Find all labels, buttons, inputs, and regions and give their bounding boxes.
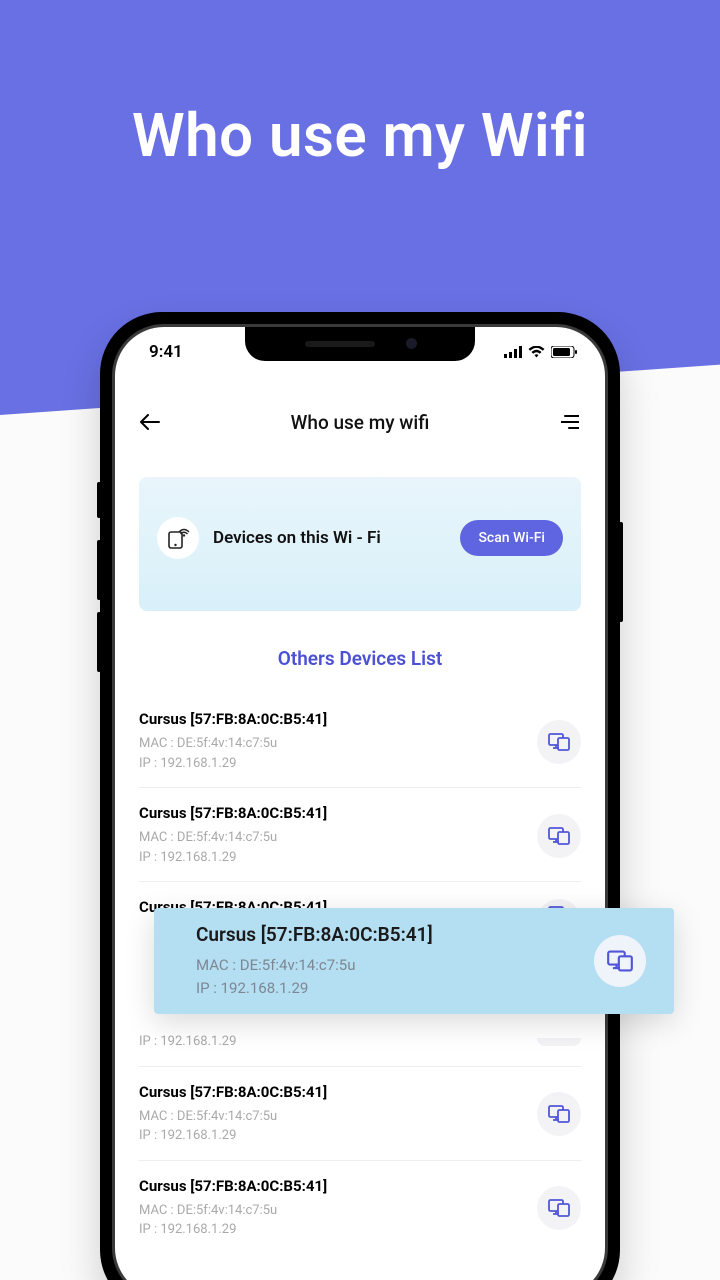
device-info: Cursus [57:FB:8A:0C:B5:41] MAC : DE:5f:4… (139, 804, 327, 867)
device-info: Cursus [57:FB:8A:0C:B5:41] MAC : DE:5f:4… (139, 1083, 327, 1146)
section-title: Others Devices List (139, 647, 581, 670)
device-type-icon (537, 720, 581, 764)
device-meta: IP : 192.168.1.29 (139, 1032, 236, 1052)
device-type-icon (537, 1186, 581, 1230)
device-meta: MAC : DE:5f:4v:14:c7:5u IP : 192.168.1.2… (139, 828, 327, 867)
device-name: Cursus [57:FB:8A:0C:B5:41] (139, 1083, 327, 1101)
back-button[interactable] (139, 411, 161, 433)
menu-button[interactable] (559, 411, 581, 433)
phone-screen: 9:41 Who use my wifi (112, 324, 608, 1280)
app-store-screenshot: Who use my Wifi 9:41 Who (0, 0, 720, 1280)
device-item[interactable]: Cursus [57:FB:8A:0C:B5:41] MAC : DE:5f:4… (139, 1067, 581, 1161)
scan-wifi-button[interactable]: Scan Wi-Fi (460, 520, 563, 556)
device-info: IP : 192.168.1.29 (139, 1032, 236, 1052)
device-mac: MAC : DE:5f:4v:14:c7:5u (196, 954, 433, 977)
app-content: Who use my wifi Devices on this Wi - Fi … (115, 387, 605, 1254)
device-item[interactable]: IP : 192.168.1.29 (139, 1032, 581, 1067)
device-mac: MAC : DE:5f:4v:14:c7:5u (139, 828, 327, 848)
hero-title: Who use my Wifi (0, 100, 720, 171)
device-item[interactable]: Cursus [57:FB:8A:0C:B5:41] MAC : DE:5f:4… (139, 788, 581, 882)
battery-icon (551, 346, 577, 358)
phone-side-button (619, 522, 623, 622)
device-mac: MAC : DE:5f:4v:14:c7:5u (139, 1201, 327, 1221)
phone-side-button (97, 482, 101, 518)
device-type-icon (594, 935, 646, 987)
device-type-icon (537, 814, 581, 858)
device-ip: IP : 192.168.1.29 (139, 1220, 327, 1240)
device-meta: MAC : DE:5f:4v:14:c7:5u IP : 192.168.1.2… (196, 954, 433, 999)
phone-side-button (97, 612, 101, 672)
device-ip: IP : 192.168.1.29 (139, 848, 327, 868)
device-name: Cursus [57:FB:8A:0C:B5:41] (139, 1177, 327, 1195)
device-item[interactable]: Cursus [57:FB:8A:0C:B5:41] MAC : DE:5f:4… (139, 1161, 581, 1254)
device-meta: MAC : DE:5f:4v:14:c7:5u IP : 192.168.1.2… (139, 1201, 327, 1240)
device-type-icon (537, 1092, 581, 1136)
device-item[interactable]: Cursus [57:FB:8A:0C:B5:41] MAC : DE:5f:4… (139, 694, 581, 788)
device-popout-card[interactable]: Cursus [57:FB:8A:0C:B5:41] MAC : DE:5f:4… (154, 908, 674, 1014)
device-ip: IP : 192.168.1.29 (196, 977, 433, 1000)
phone-side-button (97, 540, 101, 600)
wifi-card-label: Devices on this Wi - Fi (213, 528, 446, 548)
device-info: Cursus [57:FB:8A:0C:B5:41] MAC : DE:5f:4… (139, 710, 327, 773)
device-type-icon-partial (537, 1038, 581, 1046)
device-meta: MAC : DE:5f:4v:14:c7:5u IP : 192.168.1.2… (139, 1107, 327, 1146)
device-ip: IP : 192.168.1.29 (139, 754, 327, 774)
device-ip: IP : 192.168.1.29 (139, 1032, 236, 1052)
wifi-device-icon (157, 517, 199, 559)
device-mac: MAC : DE:5f:4v:14:c7:5u (139, 1107, 327, 1127)
device-info: Cursus [57:FB:8A:0C:B5:41] MAC : DE:5f:4… (139, 1177, 327, 1240)
phone-notch (245, 327, 475, 361)
device-name: Cursus [57:FB:8A:0C:B5:41] (139, 804, 327, 822)
status-indicators (504, 346, 577, 358)
phone-frame: 9:41 Who use my wifi (100, 312, 620, 1280)
app-header: Who use my wifi (139, 397, 581, 447)
page-title: Who use my wifi (291, 411, 430, 434)
device-meta: MAC : DE:5f:4v:14:c7:5u IP : 192.168.1.2… (139, 734, 327, 773)
device-mac: MAC : DE:5f:4v:14:c7:5u (139, 734, 327, 754)
wifi-scan-card: Devices on this Wi - Fi Scan Wi-Fi (139, 477, 581, 611)
device-ip: IP : 192.168.1.29 (139, 1126, 327, 1146)
status-time: 9:41 (149, 342, 183, 362)
device-name: Cursus [57:FB:8A:0C:B5:41] (196, 923, 433, 946)
cellular-icon (504, 346, 522, 358)
device-name: Cursus [57:FB:8A:0C:B5:41] (139, 710, 327, 728)
wifi-icon (528, 346, 545, 358)
device-info: Cursus [57:FB:8A:0C:B5:41] MAC : DE:5f:4… (196, 923, 433, 999)
